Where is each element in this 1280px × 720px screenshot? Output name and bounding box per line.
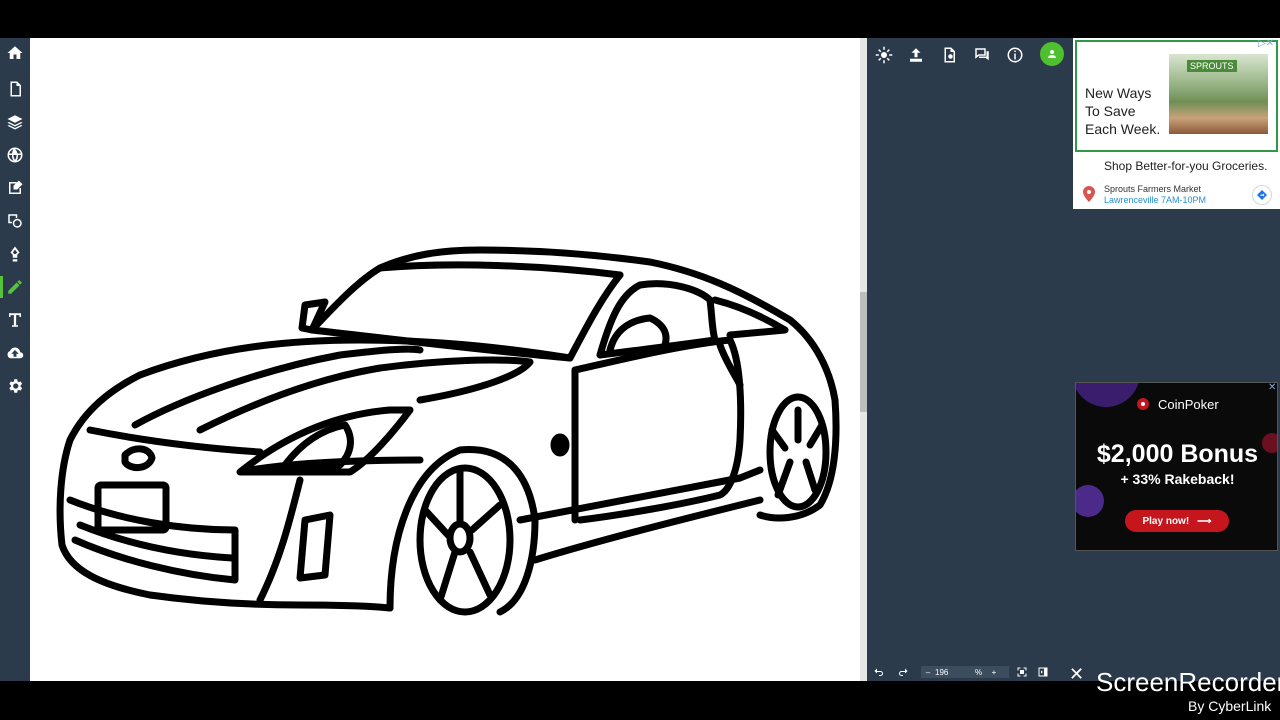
user-icon <box>1048 50 1056 58</box>
redo-icon[interactable] <box>891 665 915 679</box>
zoom-out-button[interactable]: – <box>921 665 935 679</box>
home-icon[interactable] <box>0 38 30 68</box>
ink-pen-icon[interactable] <box>0 239 30 269</box>
left-toolbar <box>0 38 30 681</box>
store-hours: Lawrenceville 7AM-10PM <box>1104 195 1207 205</box>
top-bar <box>0 0 1280 38</box>
zoom-bar: – 196 % + <box>867 663 1073 681</box>
right-panel: – 196 % + <box>867 38 1073 681</box>
canvas-scroll-thumb[interactable] <box>860 292 867 412</box>
panel-toggle-icon[interactable] <box>1035 665 1051 679</box>
avatar[interactable] <box>1040 42 1064 66</box>
store-sign: SPROUTS <box>1187 60 1237 72</box>
shapes-icon[interactable] <box>0 206 30 236</box>
new-file-icon[interactable] <box>938 44 960 66</box>
undo-icon[interactable] <box>867 665 891 679</box>
sprouts-tagline: Shop Better-for-you Groceries. <box>1104 159 1268 173</box>
headline-line-2: To Save <box>1085 103 1136 119</box>
settings-icon[interactable] <box>0 371 30 401</box>
fit-screen-icon[interactable] <box>1009 665 1035 679</box>
store-photo: SPROUTS <box>1169 54 1268 134</box>
directions-button[interactable] <box>1252 185 1272 205</box>
play-now-button[interactable]: Play now! ⟶ <box>1125 510 1229 532</box>
headline-line-1: New Ways <box>1085 85 1152 101</box>
new-page-icon[interactable] <box>0 74 30 104</box>
sprouts-ad-banner: New Ways To Save Each Week. SPROUTS <box>1075 40 1278 152</box>
ad-column: New Ways To Save Each Week. SPROUTS ▷✕ S… <box>1073 38 1280 681</box>
layers-icon[interactable] <box>0 107 30 137</box>
image-edit-icon[interactable] <box>0 173 30 203</box>
sprouts-ad[interactable]: New Ways To Save Each Week. SPROUTS ▷✕ S… <box>1073 38 1280 209</box>
coinpoker-ad[interactable]: ✕ CoinPoker $2,000 Bonus + 33% Rakeback!… <box>1075 382 1278 551</box>
map-pin-icon <box>1083 186 1095 202</box>
bonus-text: $2,000 Bonus <box>1096 440 1259 468</box>
pencil-icon[interactable] <box>0 272 30 302</box>
watermark-close-icon[interactable]: ✕ <box>1069 664 1084 685</box>
chat-icon[interactable] <box>971 44 993 66</box>
drawing-canvas[interactable] <box>30 38 860 681</box>
watermark-subtitle: By CyberLink <box>1188 698 1272 714</box>
globe-icon[interactable] <box>0 140 30 170</box>
directions-icon <box>1257 190 1267 200</box>
zoom-unit: % <box>975 667 983 677</box>
zoom-value[interactable]: 196 <box>935 668 975 677</box>
headline-line-3: Each Week. <box>1085 121 1161 137</box>
text-icon[interactable] <box>0 305 30 335</box>
ad-close-icon[interactable]: ✕ <box>1268 383 1276 393</box>
arrow-right-icon: ⟶ <box>1197 515 1212 527</box>
coinpoker-brand: CoinPoker <box>1158 397 1219 412</box>
sprouts-headline: New Ways To Save Each Week. <box>1085 84 1175 138</box>
ad-info-close-icon[interactable]: ▷✕ <box>1258 38 1274 49</box>
store-name: Sprouts Farmers Market <box>1104 184 1202 194</box>
zoom-in-button[interactable]: + <box>987 665 1001 679</box>
upload-cloud-icon[interactable] <box>0 338 30 368</box>
upload-icon[interactable] <box>905 44 927 66</box>
bottom-bar <box>0 681 1280 720</box>
coinpoker-logo-icon <box>1137 398 1149 410</box>
play-now-label: Play now! <box>1142 515 1190 527</box>
watermark-title: ScreenRecorder <box>1096 667 1280 697</box>
zoom-control: – 196 % + <box>921 666 1009 678</box>
brightness-icon[interactable] <box>873 44 895 66</box>
car-drawing <box>56 246 840 616</box>
info-icon[interactable] <box>1004 44 1026 66</box>
rakeback-text: + 33% Rakeback! <box>1120 471 1235 487</box>
